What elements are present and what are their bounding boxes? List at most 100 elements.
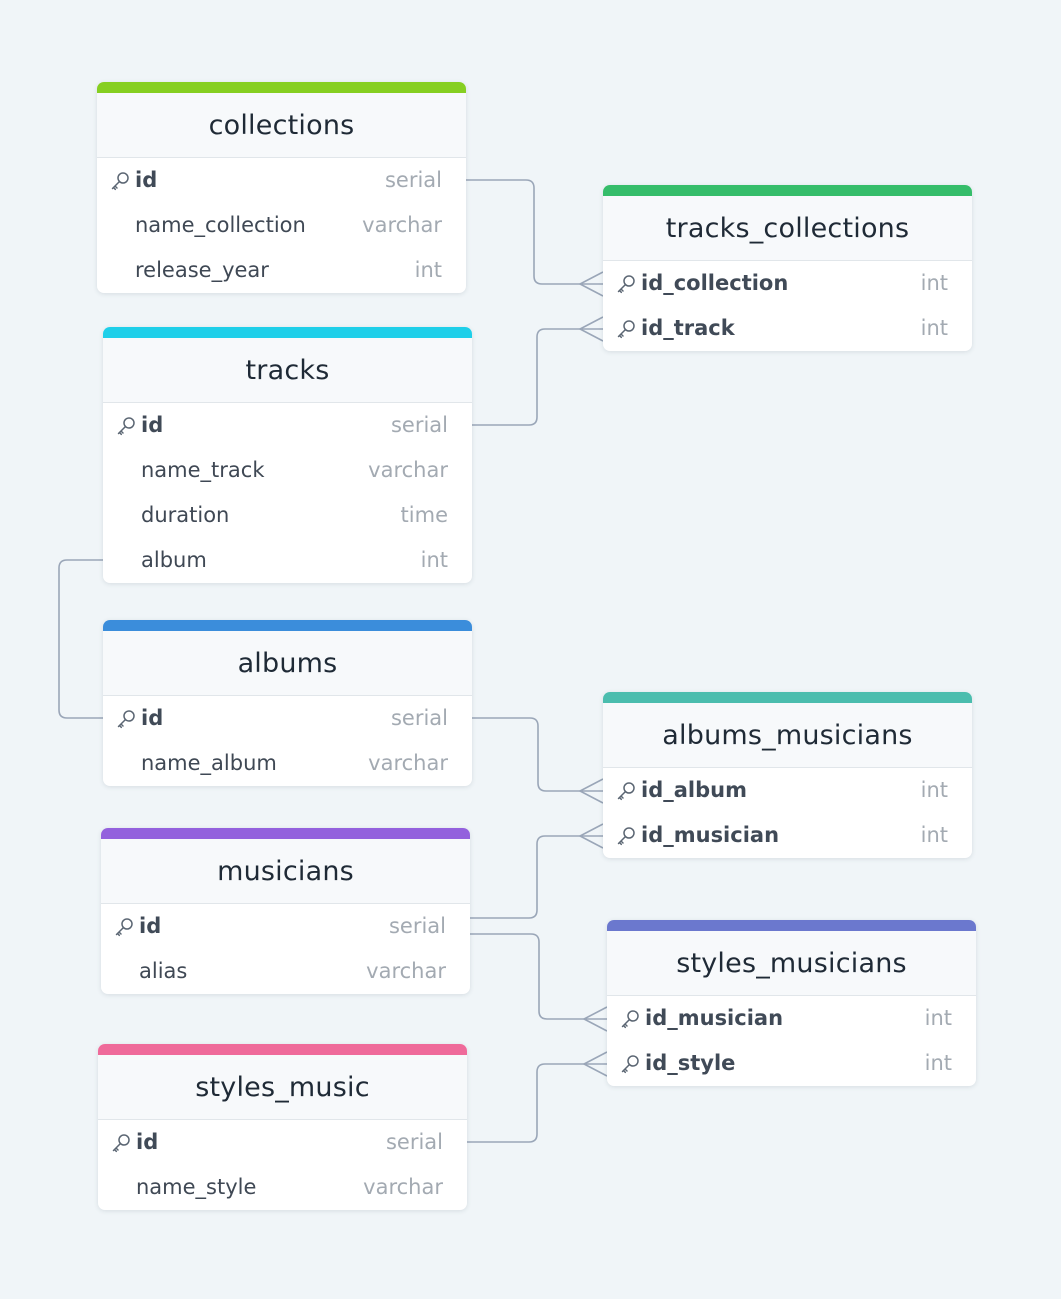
table-color-bar (103, 620, 472, 631)
field-type: int (920, 778, 948, 802)
field-name: id_style (645, 1051, 736, 1075)
table-color-bar (98, 1044, 467, 1055)
key-icon (621, 1055, 639, 1074)
table-title: albums (103, 631, 472, 696)
field-row[interactable]: id_style int (607, 1041, 976, 1086)
field-type: serial (390, 413, 448, 437)
table-title: styles_music (98, 1055, 467, 1120)
key-icon (112, 1134, 130, 1153)
field-row[interactable]: id serial (97, 158, 466, 203)
field-name: id (139, 914, 162, 938)
table-tracks[interactable]: tracks id serial name_track varchar dura… (103, 327, 472, 583)
field-row[interactable]: id serial (103, 403, 472, 448)
table-title: tracks (103, 338, 472, 403)
field-row[interactable]: name_style varchar (98, 1165, 467, 1210)
field-name: album (141, 548, 207, 572)
key-icon (617, 782, 635, 801)
table-tracks-collections[interactable]: tracks_collections id_collection int id_… (603, 185, 972, 351)
key-icon (617, 275, 635, 294)
connector-tracks-album-to-albums-id (58, 559, 103, 719)
table-styles-musicians[interactable]: styles_musicians id_musician int id_styl… (607, 920, 976, 1086)
field-type: varchar (363, 1175, 443, 1199)
field-type: int (420, 548, 448, 572)
table-musicians[interactable]: musicians id serial alias varchar (101, 828, 470, 994)
field-name: name_collection (135, 213, 306, 237)
key-icon (617, 827, 635, 846)
field-type: varchar (368, 751, 448, 775)
field-row[interactable]: album int (103, 538, 472, 583)
table-title: musicians (101, 839, 470, 904)
connector-tracks-id-to-tracks-collections (472, 328, 603, 426)
field-type: varchar (366, 959, 446, 983)
crowfoot-many-icon (578, 823, 604, 849)
key-icon (617, 320, 635, 339)
field-name: alias (139, 959, 188, 983)
field-row[interactable]: name_album varchar (103, 741, 472, 786)
field-row[interactable]: name_collection varchar (97, 203, 466, 248)
field-name: id (141, 413, 164, 437)
field-name: id_musician (641, 823, 780, 847)
table-color-bar (603, 692, 972, 703)
field-row[interactable]: release_year int (97, 248, 466, 293)
table-color-bar (603, 185, 972, 196)
connector-styles-music-id-to-styles-musicians (467, 1063, 607, 1143)
field-type: varchar (362, 213, 442, 237)
field-name: id (141, 706, 164, 730)
field-type: varchar (368, 458, 448, 482)
field-type: int (924, 1006, 952, 1030)
table-title: albums_musicians (603, 703, 972, 768)
field-type: serial (390, 706, 448, 730)
field-row[interactable]: id_musician int (603, 813, 972, 858)
table-color-bar (101, 828, 470, 839)
field-type: time (400, 503, 448, 527)
field-name: id (136, 1130, 159, 1154)
field-name: name_album (141, 751, 277, 775)
crowfoot-many-icon (578, 271, 604, 297)
field-row[interactable]: id_collection int (603, 261, 972, 306)
table-styles-music[interactable]: styles_music id serial name_style varcha… (98, 1044, 467, 1210)
field-type: serial (388, 914, 446, 938)
table-collections[interactable]: collections id serial name_collection va… (97, 82, 466, 293)
field-name: id_collection (641, 271, 789, 295)
field-type: int (920, 316, 948, 340)
key-icon (111, 172, 129, 191)
table-color-bar (97, 82, 466, 93)
table-albums-musicians[interactable]: albums_musicians id_album int id_musicia… (603, 692, 972, 858)
crowfoot-many-icon (582, 1051, 608, 1077)
table-title: styles_musicians (607, 931, 976, 996)
field-type: int (920, 823, 948, 847)
field-name: id_musician (645, 1006, 784, 1030)
connector-musicians-id-to-styles-musicians (470, 933, 607, 1020)
crowfoot-many-icon (578, 316, 604, 342)
field-name: id_track (641, 316, 735, 340)
table-title: collections (97, 93, 466, 158)
field-name: duration (141, 503, 230, 527)
table-color-bar (607, 920, 976, 931)
field-row[interactable]: alias varchar (101, 949, 470, 994)
field-name: name_style (136, 1175, 257, 1199)
field-row[interactable]: id_track int (603, 306, 972, 351)
field-type: int (924, 1051, 952, 1075)
field-row[interactable]: duration time (103, 493, 472, 538)
key-icon (117, 710, 135, 729)
connector-albums-id-to-albums-musicians (472, 717, 603, 792)
field-row[interactable]: id_musician int (607, 996, 976, 1041)
key-icon (117, 417, 135, 436)
crowfoot-many-icon (582, 1006, 608, 1032)
table-color-bar (103, 327, 472, 338)
field-row[interactable]: id serial (101, 904, 470, 949)
field-name: name_track (141, 458, 265, 482)
field-row[interactable]: id serial (103, 696, 472, 741)
field-name: release_year (135, 258, 269, 282)
field-name: id (135, 168, 158, 192)
connector-collections-id-to-tracks-collections (466, 179, 603, 285)
field-type: int (920, 271, 948, 295)
field-type: serial (385, 1130, 443, 1154)
table-albums[interactable]: albums id serial name_album varchar (103, 620, 472, 786)
field-name: id_album (641, 778, 747, 802)
field-row[interactable]: id_album int (603, 768, 972, 813)
field-row[interactable]: name_track varchar (103, 448, 472, 493)
field-row[interactable]: id serial (98, 1120, 467, 1165)
key-icon (621, 1010, 639, 1029)
table-title: tracks_collections (603, 196, 972, 261)
